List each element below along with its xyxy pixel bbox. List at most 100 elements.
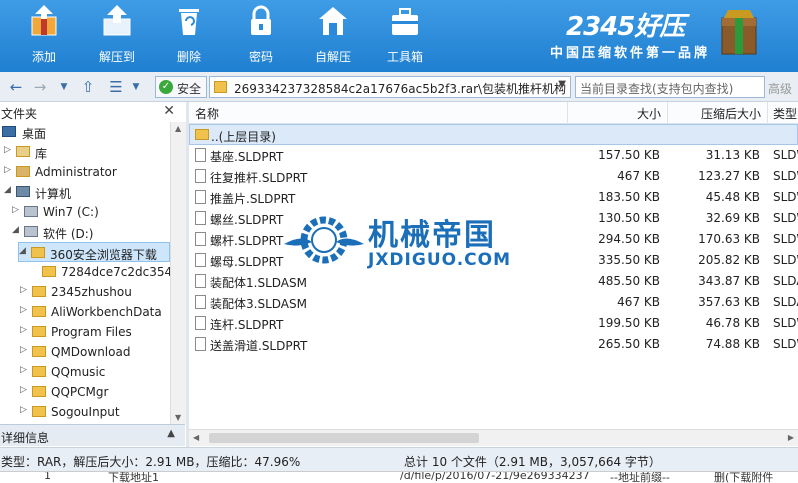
file-row[interactable]: 推盖片.SLDPRT 183.50 KB 45.48 KB SLDW xyxy=(189,187,798,208)
file-name: 基座.SLDPRT xyxy=(210,150,284,164)
details-panel-header[interactable]: 详细信息 ▲ xyxy=(0,424,185,446)
scroll-up-icon[interactable]: ▲ xyxy=(175,124,181,133)
file-compressed-size: 46.78 KB xyxy=(705,316,760,330)
tree-item-administrator[interactable]: ▷ Administrator xyxy=(4,162,170,182)
parent-directory-row[interactable]: ..(上层目录) xyxy=(189,124,798,145)
search-input[interactable]: 当前目录查找(支持包内查找) xyxy=(575,76,765,98)
view-list-icon[interactable]: ☰ xyxy=(106,77,126,97)
file-row[interactable]: 螺杆.SLDPRT 294.50 KB 170.63 KB SLDW xyxy=(189,229,798,250)
self-extract-button[interactable]: 自解压 xyxy=(301,0,365,72)
path-field[interactable]: 269334237328584c2a17676ac5b2f3.rar\包装机推杆… xyxy=(209,76,571,98)
folder-icon xyxy=(32,326,46,337)
file-row[interactable]: 连杆.SLDPRT 199.50 KB 46.78 KB SLDW xyxy=(189,313,798,334)
tree-item-qmdownload[interactable]: ▷ QMDownload xyxy=(20,342,170,362)
collapse-arrow-icon[interactable]: ◢ xyxy=(19,246,26,256)
expand-arrow-icon[interactable]: ▷ xyxy=(20,345,27,355)
file-row[interactable]: 螺母.SLDPRT 335.50 KB 205.82 KB SLDW xyxy=(189,250,798,271)
folder-tree: 桌面 ▷ 库 ▷ Administrator ◢ 计算机 ▷ Win7 (C:)… xyxy=(0,122,170,424)
file-row[interactable]: 基座.SLDPRT 157.50 KB 31.13 KB SLDW xyxy=(189,145,798,166)
file-type: SLDW xyxy=(773,253,798,267)
collapse-arrow-icon[interactable]: ◢ xyxy=(4,185,11,195)
forward-arrow-icon[interactable]: → xyxy=(30,77,50,97)
tree-item-drive-c[interactable]: ▷ Win7 (C:) xyxy=(12,202,170,222)
expand-arrow-icon[interactable]: ▷ xyxy=(20,365,27,375)
computer-icon xyxy=(16,186,30,197)
file-row[interactable]: 往复推杆.SLDPRT 467 KB 123.27 KB SLDW xyxy=(189,166,798,187)
column-name[interactable]: 名称 xyxy=(195,105,219,122)
tree-item-aliworkbench[interactable]: ▷ AliWorkbenchData xyxy=(20,302,170,322)
expand-arrow-icon[interactable]: ▷ xyxy=(20,385,27,395)
file-icon xyxy=(195,316,206,330)
folder-icon xyxy=(42,266,56,277)
expand-arrow-icon[interactable]: ▷ xyxy=(4,145,11,155)
tree-item-2345zhushou[interactable]: ▷ 2345zhushou xyxy=(20,282,170,302)
folder-icon xyxy=(32,406,46,417)
collapse-arrow-icon[interactable]: ◢ xyxy=(12,225,19,235)
expand-arrow-icon[interactable]: ▷ xyxy=(12,205,19,215)
file-name: 连杆.SLDPRT xyxy=(210,318,284,332)
delete-button[interactable]: 删除 xyxy=(157,0,221,72)
add-archive-icon xyxy=(31,5,57,36)
library-icon xyxy=(16,146,30,157)
file-name: 螺杆.SLDPRT xyxy=(210,234,284,248)
file-size: 130.50 KB xyxy=(598,211,660,225)
safe-indicator[interactable]: ✓ 安全 xyxy=(155,76,207,98)
tree-item-library[interactable]: ▷ 库 xyxy=(4,142,170,162)
column-separator[interactable] xyxy=(767,102,768,124)
file-row[interactable]: 送盖滑道.SLDPRT 265.50 KB 74.88 KB SLDW xyxy=(189,334,798,355)
toolbox-button[interactable]: 工具箱 xyxy=(373,0,437,72)
file-type: SLDW xyxy=(773,190,798,204)
file-row[interactable]: 装配体1.SLDASM 485.50 KB 343.87 KB SLDA xyxy=(189,271,798,292)
address-bar: ← → ▼ ⇧ ☰ ▼ ✓ 安全 269334237328584c2a17676… xyxy=(0,72,798,102)
tree-item-sogouinput[interactable]: ▷ SogouInput xyxy=(20,402,170,422)
advanced-search-link[interactable]: 高级 xyxy=(768,80,792,97)
column-separator[interactable] xyxy=(567,102,568,124)
folder-icon xyxy=(32,306,46,317)
column-type[interactable]: 类型 xyxy=(773,105,797,122)
tree-item-program-files[interactable]: ▷ Program Files xyxy=(20,322,170,342)
file-row[interactable]: 装配体3.SLDASM 467 KB 357.63 KB SLDA xyxy=(189,292,798,313)
tree-item-7284dce[interactable]: 7284dce7c2dc354 xyxy=(30,262,170,282)
up-folder-icon[interactable]: ⇧ xyxy=(78,77,98,97)
scroll-left-icon[interactable]: ◀ xyxy=(193,433,199,442)
expand-arrow-icon[interactable]: ▷ xyxy=(20,405,27,415)
close-icon[interactable]: ✕ xyxy=(163,103,175,119)
file-compressed-size: 357.63 KB xyxy=(698,295,760,309)
column-size[interactable]: 大小 xyxy=(637,105,661,122)
column-separator[interactable] xyxy=(667,102,668,124)
view-dropdown-icon[interactable]: ▼ xyxy=(126,77,146,97)
file-size: 335.50 KB xyxy=(598,253,660,267)
file-icon xyxy=(195,274,206,288)
file-size: 199.50 KB xyxy=(598,316,660,330)
scroll-right-icon[interactable]: ▶ xyxy=(788,433,794,442)
chevron-up-icon[interactable]: ▲ xyxy=(167,428,175,439)
scroll-down-icon[interactable]: ▼ xyxy=(175,413,181,422)
add-button[interactable]: 添加 xyxy=(12,0,76,72)
back-arrow-icon[interactable]: ← xyxy=(6,77,26,97)
extract-to-button[interactable]: 解压到 xyxy=(85,0,149,72)
file-icon xyxy=(195,232,206,246)
expand-arrow-icon[interactable]: ▷ xyxy=(20,305,27,315)
expand-arrow-icon[interactable]: ▷ xyxy=(20,325,27,335)
tree-item-qqpcmgr[interactable]: ▷ QQPCMgr xyxy=(20,382,170,402)
horizontal-scrollbar[interactable]: ◀ ▶ xyxy=(189,429,798,446)
tree-item-qqmusic[interactable]: ▷ QQmusic xyxy=(20,362,170,382)
scroll-thumb[interactable] xyxy=(209,433,479,443)
home-archive-icon xyxy=(319,7,347,35)
expand-arrow-icon[interactable]: ▷ xyxy=(20,285,27,295)
file-compressed-size: 31.13 KB xyxy=(705,148,760,162)
expand-arrow-icon[interactable]: ▷ xyxy=(4,165,11,175)
folder-icon xyxy=(32,386,46,397)
brand-slogan: 中国压缩软件第一品牌 xyxy=(550,46,711,61)
tree-item-desktop[interactable]: 桌面 xyxy=(0,122,170,142)
password-button[interactable]: 密码 xyxy=(229,0,293,72)
file-name: 装配体1.SLDASM xyxy=(210,276,307,290)
tree-scrollbar[interactable]: ▲ ▼ xyxy=(170,122,186,424)
tree-item-360-download[interactable]: ◢ 360安全浏览器下载 xyxy=(18,242,170,262)
tree-item-drive-d[interactable]: ◢ 软件 (D:) xyxy=(12,222,170,242)
file-row[interactable]: 螺丝.SLDPRT 130.50 KB 32.69 KB SLDW xyxy=(189,208,798,229)
tree-item-computer[interactable]: ◢ 计算机 xyxy=(4,182,170,202)
history-dropdown-icon[interactable]: ▼ xyxy=(54,77,74,97)
chevron-down-icon[interactable]: ▼ xyxy=(558,79,566,90)
column-compressed[interactable]: 压缩后大小 xyxy=(701,105,761,122)
